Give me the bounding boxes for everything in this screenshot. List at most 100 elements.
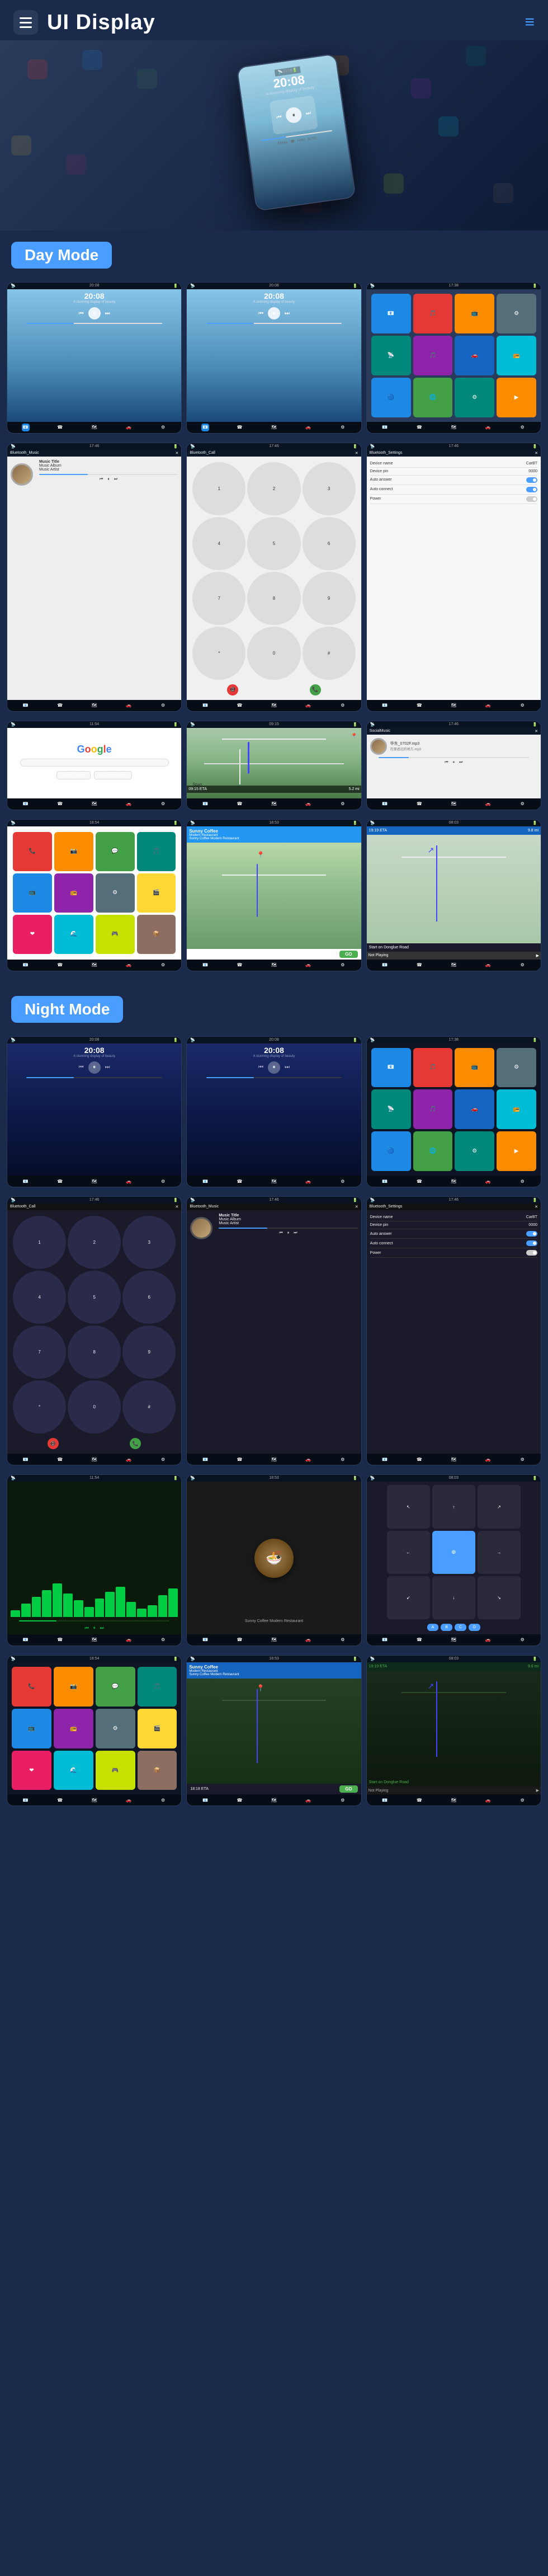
auto-connect-toggle[interactable] — [526, 487, 537, 492]
google-search-btn[interactable]: Google Search — [56, 771, 91, 779]
night-bluetooth-music: 📡17:46🔋 Bluetooth_Music ✕ Music Title Mu… — [186, 1196, 361, 1465]
menu-lines-icon[interactable]: ≡ — [525, 13, 535, 32]
night-call-start-btn[interactable]: 📞 — [130, 1438, 141, 1449]
call-end-btn[interactable]: 📵 — [227, 684, 238, 695]
call-start-btn[interactable]: 📞 — [310, 684, 321, 695]
day-bluetooth-settings: 📡17:46🔋 Bluetooth_Settings ✕ Device name… — [366, 443, 541, 712]
night-drawer-nav: 📧 ☎ 🗺 🚗 ⚙ — [367, 1176, 541, 1187]
night-mode-row4: 📡18:54🔋 📞 📸 💬 🎵 📺 📻 ⚙ 🎬 ❤ 🌊 🎮 📦 — [0, 1651, 548, 1811]
day-mode-row3: 📡11:54🔋 Google Google Search I'm Feeling… — [0, 716, 548, 815]
night-power-toggle[interactable] — [526, 1250, 537, 1256]
day-mode-row4: 📡18:54🔋 📞 📸 💬 🎵 📺 📻 ⚙ 🎬 ❤ 🌊 🎮 📦 — [0, 815, 548, 976]
bt-settings-day: Device name CarBT Device pin 0000 Auto a… — [367, 457, 541, 700]
google-lucky-btn[interactable]: I'm Feeling Lucky — [94, 771, 132, 779]
bottom-nav-3: 📧 ☎ 🗺 🚗 ⚙ — [367, 422, 541, 433]
night-auto-connect-toggle[interactable] — [526, 1240, 537, 1246]
night-nav-1: 📧 ☎ 🗺 🚗 ⚙ — [7, 1176, 181, 1187]
hero-section: 📡20:08🔋 20:08 A stunning display of beau… — [0, 40, 548, 231]
coffee-nav-bar: 📧 ☎ 🗺 🚗 ⚙ — [187, 960, 361, 971]
night-wave-eq: 📡11:54🔋 — [7, 1474, 182, 1646]
google-logo: Google — [77, 744, 112, 755]
app-icons-nav: 📧 ☎ 🗺 🚗 ⚙ — [7, 960, 181, 971]
social-music-nav: 📧 ☎ 🗺 🚗 ⚙ — [367, 798, 541, 810]
night-call-nav: 📧 ☎ 🗺 🚗 ⚙ — [7, 1454, 181, 1465]
night-nav-btn-3[interactable]: C — [455, 1624, 466, 1631]
night-nav-btn-1[interactable]: A — [427, 1624, 439, 1631]
night-coffee-nav: 📡18:53🔋 Sunny Coffee Modern Restaurant S… — [186, 1655, 361, 1807]
page-title: UI Display — [47, 11, 155, 35]
night-turn-by-turn: 📡08:03🔋 19:19 ETA 9.8 mi ↗ Start on Dong… — [366, 1655, 541, 1807]
bt-call-nav: 📧 ☎ 🗺 🚗 ⚙ — [187, 700, 361, 711]
day-turn-by-turn: 📡08:03🔋 19:19 ETA 9.8 mi ↗ Start on Dong… — [366, 819, 541, 971]
food-nav: 📧 ☎ 🗺 🚗 ⚙ — [187, 1634, 361, 1646]
night-mode-row3: 📡11:54🔋 — [0, 1470, 548, 1650]
night-app-icons-screen: 📡18:54🔋 📞 📸 💬 🎵 📺 📻 ⚙ 🎬 ❤ 🌊 🎮 📦 — [7, 1655, 182, 1807]
dialer-night: 1 2 3 4 5 6 7 8 9 * 0 # 📵 📞 — [7, 1210, 181, 1454]
app-grid-day: 📧 🎵 📺 ⚙ 📡 🎵 🚗 📻 🔵 🌐 ⚙ ▶ — [369, 292, 538, 420]
night-mode-row2: 📡17:46🔋 Bluetooth_Call ✕ 1 2 3 4 5 6 7 8… — [0, 1192, 548, 1470]
night-nav-controls-bar: 📧 ☎ 🗺 🚗 ⚙ — [367, 1634, 541, 1646]
hero-player: ⏮ ⏸ ⏭ — [270, 95, 319, 135]
day-mode-row2: 📡17:46🔋 Bluetooth_Music ✕ Music Title Mu… — [0, 438, 548, 716]
hero-play-btn[interactable]: ⏸ — [285, 106, 303, 124]
night-food-photo: 📡18:53🔋 🍜 Sunny Coffee Modern Restaurant… — [186, 1474, 361, 1646]
bt-music-nav: 📧 ☎ 🗺 🚗 ⚙ — [7, 700, 181, 711]
play-pause-btn-1[interactable]: ⏸ — [88, 307, 101, 319]
bottom-nav-2: 📧 ☎ 🗺 🚗 ⚙ — [187, 422, 361, 433]
app-grid-night-2: 📞 📸 💬 🎵 📺 📻 ⚙ 🎬 ❤ 🌊 🎮 📦 — [10, 1665, 179, 1793]
night-mode-label: Night Mode — [11, 996, 123, 1023]
day-nav-map: 📡09:15🔋 📍 Start 09:15 ETA5.2 mi 📧 ☎ — [186, 721, 361, 810]
night-nav-btn-4[interactable]: D — [469, 1624, 480, 1631]
night-bluetooth-call: 📡17:46🔋 Bluetooth_Call ✕ 1 2 3 4 5 6 7 8… — [7, 1196, 182, 1465]
day-mode-row1: 📡20:08🔋 20:08 A stunning display of beau… — [0, 278, 548, 438]
night-home-screen-2: 📡20:08🔋 20:08 A stunning display of beau… — [186, 1036, 361, 1188]
day-bluetooth-music: 📡17:46🔋 Bluetooth_Music ✕ Music Title Mu… — [7, 443, 182, 712]
day-home-screen-1: 📡20:08🔋 20:08 A stunning display of beau… — [7, 282, 182, 434]
night-mode-row1: 📡20:08🔋 20:08 A stunning display of beau… — [0, 1032, 548, 1192]
night-coffee-nav-bar: 📧 ☎ 🗺 🚗 ⚙ — [187, 1794, 361, 1806]
map-nav: 📧 ☎ 🗺 🚗 ⚙ — [187, 798, 361, 810]
bt-settings-night: Device name CarBT Device pin 0000 Auto a… — [367, 1210, 541, 1454]
google-nav: 📧 ☎ 🗺 🚗 ⚙ — [7, 798, 181, 810]
night-home-time-1: 20:08 — [10, 1046, 179, 1055]
go-button[interactable]: GO — [339, 951, 357, 958]
day-social-music: 📡17:46🔋 SocialMusic ✕ 华东_0702F.mp3 在那遥远的… — [366, 721, 541, 810]
night-home-time-2: 20:08 — [189, 1046, 358, 1055]
page-header: UI Display ≡ — [0, 0, 548, 40]
hero-device-mockup: 📡20:08🔋 20:08 A stunning display of beau… — [236, 53, 356, 211]
night-home-screen-1: 📡20:08🔋 20:08 A stunning display of beau… — [7, 1036, 182, 1188]
header-left: UI Display — [13, 10, 155, 35]
night-settings-nav: 📧 ☎ 🗺 🚗 ⚙ — [367, 1454, 541, 1465]
day-google-screen: 📡11:54🔋 Google Google Search I'm Feeling… — [7, 721, 182, 810]
status-bar: 📡20:08🔋 — [7, 283, 181, 289]
night-nav-turn-bar: 📧 ☎ 🗺 🚗 ⚙ — [367, 1794, 541, 1806]
nav-turn-bar: 📧 ☎ 🗺 🚗 ⚙ — [367, 960, 541, 971]
night-auto-answer-toggle[interactable] — [526, 1231, 537, 1237]
day-mode-label: Day Mode — [11, 242, 112, 269]
app-grid-night: 📧 🎵 📺 ⚙ 📡 🎵 🚗 📻 🔵 🌐 ⚙ ▶ — [369, 1046, 538, 1174]
power-toggle[interactable] — [526, 496, 537, 502]
dialer-day: 1 2 3 4 5 6 7 8 9 * 0 # 📵 📞 — [187, 457, 361, 700]
day-app-icons-screen: 📡18:54🔋 📞 📸 💬 🎵 📺 📻 ⚙ 🎬 ❤ 🌊 🎮 📦 — [7, 819, 182, 971]
night-nav-controls: 📡08:03🔋 ↖ ↑ ↗ ← ⊕ → ↙ ↓ ↘ A B — [366, 1474, 541, 1646]
coffee-map: 📍 — [187, 843, 361, 949]
night-call-end-btn[interactable]: 📵 — [48, 1438, 59, 1449]
day-bluetooth-call: 📡17:46🔋 Bluetooth_Call ✕ 1 2 3 4 5 6 7 8… — [186, 443, 361, 712]
hamburger-icon[interactable] — [13, 10, 38, 35]
hero-time: 20:08 — [282, 68, 292, 74]
night-app-drawer: 📡17:38🔋 📧 🎵 📺 ⚙ 📡 🎵 🚗 📻 🔵 🌐 ⚙ ▶ — [366, 1036, 541, 1188]
night-play-btn-2[interactable]: ⏸ — [268, 1061, 280, 1074]
day-app-drawer: 📡17:38🔋 📧 🎵 📺 ⚙ 📡 🎵 🚗 📻 🔵 🌐 ⚙ ▶ — [366, 282, 541, 434]
night-play-btn-1[interactable]: ⏸ — [88, 1061, 101, 1074]
night-bluetooth-settings: 📡17:46🔋 Bluetooth_Settings ✕ Device name… — [366, 1196, 541, 1465]
night-nav-btn-2[interactable]: B — [441, 1624, 452, 1631]
google-search-bar[interactable] — [20, 759, 169, 767]
bt-settings-nav: 📧 ☎ 🗺 🚗 ⚙ — [367, 700, 541, 711]
app-grid-2: 📞 📸 💬 🎵 📺 📻 ⚙ 🎬 ❤ 🌊 🎮 📦 — [11, 830, 178, 956]
auto-answer-toggle[interactable] — [526, 477, 537, 483]
bottom-nav-1: 📧 ☎ 🗺 🚗 ⚙ — [7, 422, 181, 433]
night-go-button[interactable]: GO — [339, 1785, 357, 1793]
wave-nav: 📧 ☎ 🗺 🚗 ⚙ — [7, 1634, 181, 1646]
day-home-screen-2: 📡20:08🔋 20:08 A stunning display of beau… — [186, 282, 361, 434]
play-pause-btn-2[interactable]: ⏸ — [268, 307, 280, 319]
